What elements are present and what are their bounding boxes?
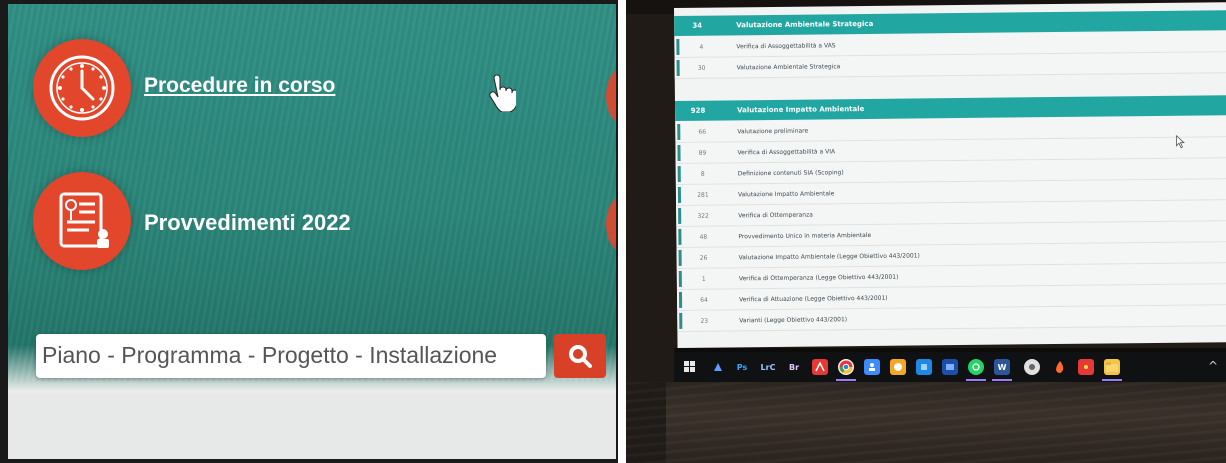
app-icon-darkblue[interactable] (942, 359, 958, 375)
photoshop-icon[interactable]: Ps (734, 359, 750, 375)
hand-cursor-icon (486, 74, 518, 116)
app-icon-red-flower[interactable] (1078, 359, 1094, 375)
acrobat-icon[interactable] (812, 359, 828, 375)
windows-start-icon[interactable] (682, 359, 698, 375)
row-accent (678, 291, 683, 308)
provvedimenti-title[interactable]: Provvedimenti 2022 (144, 210, 351, 236)
table-row[interactable]: 23 Varianti (Legge Obiettivo 443/2001) (677, 305, 1226, 332)
row-count: 1 (701, 275, 706, 283)
section-count: 34 (692, 21, 703, 30)
active-indicator (1102, 379, 1122, 381)
app-icon-people[interactable] (864, 359, 880, 375)
row-accent (676, 59, 680, 76)
row-count: 8 (700, 170, 705, 178)
row-accent (677, 144, 681, 161)
row-count: 4 (699, 43, 704, 51)
row-count: 89 (698, 149, 707, 157)
file-explorer-icon[interactable] (1104, 359, 1120, 375)
row-label: Provvedimento Unico in materia Ambiental… (738, 231, 872, 241)
row-accent (677, 123, 681, 140)
active-indicator (836, 379, 856, 381)
app-icon-lightblue[interactable] (916, 359, 932, 375)
app-icon-blue[interactable] (710, 359, 726, 375)
left-photo: Procedure in corso Provvedimenti 2022 Pi… (0, 0, 618, 463)
row-count: 64 (700, 296, 708, 304)
chrome-icon[interactable] (838, 359, 854, 375)
row-label: Valutazione Impatto Ambientale (737, 190, 835, 199)
lightroom-icon[interactable]: LrC (760, 359, 776, 375)
procedure-link[interactable]: Procedure in corso (144, 74, 335, 98)
row-accent (678, 270, 682, 287)
app-icon-gray[interactable] (1024, 359, 1040, 375)
row-count: 23 (700, 317, 709, 325)
row-count: 66 (698, 128, 707, 136)
chevron-up-icon[interactable]: ^ (1208, 359, 1218, 373)
app-icon-orange[interactable] (890, 359, 906, 375)
row-label: Verifica di Ottemperanza (Legge Obiettiv… (738, 273, 899, 283)
clock-button[interactable] (33, 39, 131, 137)
row-label: Verifica di Assoggettabilità a VIA (737, 148, 836, 157)
row-count: 30 (697, 64, 706, 72)
row-count: 322 (697, 212, 709, 220)
row-accent (677, 165, 681, 182)
active-indicator (966, 379, 986, 381)
row-accent (679, 312, 683, 329)
section-label: Valutazione Ambientale Strategica (736, 19, 874, 30)
section-count: 928 (690, 106, 706, 115)
row-count: 48 (699, 233, 708, 241)
row-accent (677, 186, 682, 203)
row-label: Definizione contenuti SIA (Scoping) (737, 169, 844, 178)
search-field[interactable]: Piano - Programma - Progetto - Installaz… (36, 334, 546, 378)
section-label: Valutazione Impatto Ambientale (737, 105, 865, 115)
row-label: Verifica di Attuazione (Legge Obiettivo … (739, 294, 888, 304)
desk-surface (626, 382, 1226, 463)
certificate-icon (59, 192, 109, 248)
row-label: Valutazione Ambientale Strategica (736, 63, 841, 72)
row-count: 281 (697, 191, 709, 199)
row-label: Valutazione preliminare (737, 127, 809, 136)
app-icon-fire[interactable] (1052, 359, 1068, 375)
table-row[interactable]: 30 Valutazione Ambientale Strategica (674, 52, 1226, 79)
whatsapp-icon[interactable] (968, 359, 984, 375)
row-accent (678, 207, 682, 224)
active-indicator (992, 379, 1012, 381)
row-label: Verifica di Assoggettabilità a VAS (736, 42, 836, 51)
search-icon (569, 345, 592, 368)
row-label: Varianti (Legge Obiettivo 443/2001) (739, 316, 848, 325)
search-input-text: Piano - Programma - Progetto - Installaz… (42, 342, 498, 368)
row-accent (678, 249, 682, 266)
clock-icon (49, 55, 115, 121)
procedure-table: 34 Valutazione Ambientale Strategica 4 V… (674, 2, 1226, 348)
row-count: 26 (699, 254, 708, 262)
windows-taskbar: Ps LrC Br W ^ (674, 352, 1226, 382)
bridge-icon[interactable]: Br (786, 359, 802, 375)
mouse-pointer-icon (1175, 134, 1185, 153)
word-icon[interactable]: W (994, 359, 1010, 375)
left-screen: Procedure in corso Provvedimenti 2022 Pi… (8, 4, 616, 459)
row-accent (678, 228, 682, 245)
row-label: Valutazione Impatto Ambientale (Legge Ob… (738, 252, 920, 262)
search-button[interactable] (554, 334, 606, 378)
document-button[interactable] (33, 172, 131, 270)
row-accent (676, 38, 680, 55)
row-label: Verifica di Ottemperanza (738, 211, 813, 220)
right-photo: 34 Valutazione Ambientale Strategica 4 V… (626, 0, 1226, 463)
page-bottom-area (8, 394, 616, 459)
